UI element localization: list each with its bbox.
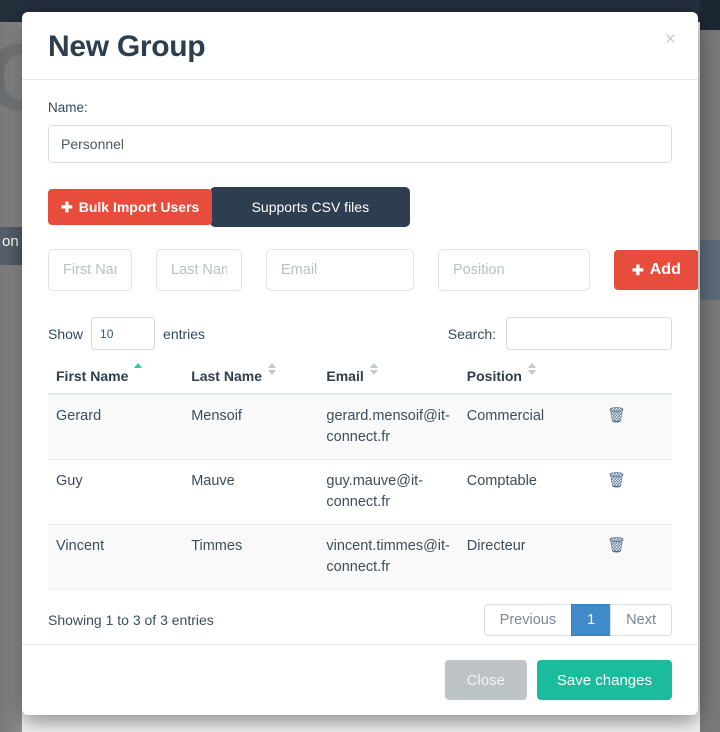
modal-footer: Close Save changes bbox=[22, 644, 698, 715]
bulk-import-users-label: Bulk Import Users bbox=[79, 199, 200, 215]
bulk-import-tooltip: Supports CSV files bbox=[210, 187, 410, 227]
add-user-button[interactable]: ✚ Add bbox=[614, 250, 698, 290]
cell-email: vincent.timmes@it-connect.fr bbox=[318, 525, 458, 590]
column-header-email[interactable]: Email bbox=[318, 364, 458, 394]
show-label: Show bbox=[48, 326, 83, 342]
background-side-panel-label: on bbox=[2, 233, 19, 250]
users-table-body: GerardMensoifgerard.mensoif@it-connect.f… bbox=[48, 394, 672, 590]
save-changes-button[interactable]: Save changes bbox=[537, 660, 672, 700]
page-scrollbar[interactable] bbox=[700, 22, 720, 732]
cell-last-name: Timmes bbox=[183, 525, 318, 590]
first-name-input[interactable] bbox=[48, 249, 132, 291]
search-input[interactable] bbox=[506, 317, 672, 350]
datatable-controls: Show 102550100 entries Search: bbox=[48, 317, 672, 350]
cell-first-name: Vincent bbox=[48, 525, 183, 590]
group-name-input[interactable] bbox=[48, 125, 672, 163]
trash-icon[interactable]: 🗑 bbox=[607, 473, 626, 488]
pagination-next[interactable]: Next bbox=[610, 604, 672, 636]
column-label: Email bbox=[326, 368, 363, 384]
pagination-previous[interactable]: Previous bbox=[484, 604, 572, 636]
cell-position: Comptable bbox=[459, 460, 599, 525]
cell-actions: 🗑 bbox=[599, 460, 672, 525]
column-header-actions bbox=[599, 364, 672, 394]
page-length-select[interactable]: 102550100 bbox=[91, 317, 155, 350]
cell-email: gerard.mensoif@it-connect.fr bbox=[318, 394, 458, 460]
search-control: Search: bbox=[448, 317, 672, 350]
cell-last-name: Mensoif bbox=[183, 394, 318, 460]
page-scrollbar-thumb[interactable] bbox=[700, 240, 720, 300]
background-left-gutter bbox=[0, 22, 22, 732]
column-header-position[interactable]: Position bbox=[459, 364, 599, 394]
column-label: Position bbox=[467, 368, 522, 384]
bulk-import-row: ✚ Bulk Import Users Supports CSV files bbox=[48, 187, 672, 227]
users-table-head: First Name Last Name Email Position bbox=[48, 364, 672, 394]
cell-first-name: Gerard bbox=[48, 394, 183, 460]
table-header-row: First Name Last Name Email Position bbox=[48, 364, 672, 394]
email-input[interactable] bbox=[266, 249, 414, 291]
cell-first-name: Guy bbox=[48, 460, 183, 525]
cell-actions: 🗑 bbox=[599, 525, 672, 590]
entries-info: Showing 1 to 3 of 3 entries bbox=[48, 612, 214, 628]
trash-icon[interactable]: 🗑 bbox=[607, 538, 626, 553]
last-name-input[interactable] bbox=[156, 249, 242, 291]
pagination: Previous1Next bbox=[484, 604, 672, 636]
column-header-first-name[interactable]: First Name bbox=[48, 364, 183, 394]
table-row: GuyMauveguy.mauve@it-connect.frComptable… bbox=[48, 460, 672, 525]
datatable-footer: Showing 1 to 3 of 3 entries Previous1Nex… bbox=[48, 604, 672, 636]
cell-email: guy.mauve@it-connect.fr bbox=[318, 460, 458, 525]
page-title: New Group bbox=[48, 30, 672, 63]
cell-last-name: Mauve bbox=[183, 460, 318, 525]
entries-label: entries bbox=[163, 326, 205, 342]
pagination-page[interactable]: 1 bbox=[571, 604, 611, 636]
new-group-modal: New Group × Name: ✚ Bulk Import Users Su… bbox=[22, 12, 698, 715]
sort-none-icon bbox=[370, 363, 379, 375]
plus-icon: ✚ bbox=[61, 200, 73, 214]
close-icon[interactable]: × bbox=[661, 28, 680, 51]
cell-position: Directeur bbox=[459, 525, 599, 590]
add-user-row: ✚ Add bbox=[48, 249, 672, 291]
column-header-last-name[interactable]: Last Name bbox=[183, 364, 318, 394]
add-user-label: Add bbox=[650, 261, 681, 279]
bulk-import-tooltip-text: Supports CSV files bbox=[252, 199, 370, 215]
cell-actions: 🗑 bbox=[599, 394, 672, 460]
plus-icon: ✚ bbox=[632, 263, 644, 277]
sort-ascending-icon bbox=[134, 363, 143, 370]
column-label: First Name bbox=[56, 368, 128, 384]
name-label: Name: bbox=[48, 100, 672, 115]
bulk-import-users-button[interactable]: ✚ Bulk Import Users bbox=[48, 189, 212, 225]
modal-header: New Group × bbox=[22, 12, 698, 80]
sort-none-icon bbox=[528, 363, 537, 375]
position-input[interactable] bbox=[438, 249, 590, 291]
entries-length-control: Show 102550100 entries bbox=[48, 317, 205, 350]
table-row: VincentTimmesvincent.timmes@it-connect.f… bbox=[48, 525, 672, 590]
users-table: First Name Last Name Email Position Gera… bbox=[48, 364, 672, 590]
cell-position: Commercial bbox=[459, 394, 599, 460]
table-row: GerardMensoifgerard.mensoif@it-connect.f… bbox=[48, 394, 672, 460]
sort-none-icon bbox=[268, 363, 277, 375]
background-topbar-right bbox=[700, 0, 720, 30]
search-label: Search: bbox=[448, 326, 496, 342]
close-button[interactable]: Close bbox=[445, 660, 527, 700]
trash-icon[interactable]: 🗑 bbox=[607, 408, 626, 423]
modal-body: Name: ✚ Bulk Import Users Supports CSV f… bbox=[22, 80, 698, 644]
column-label: Last Name bbox=[191, 368, 262, 384]
